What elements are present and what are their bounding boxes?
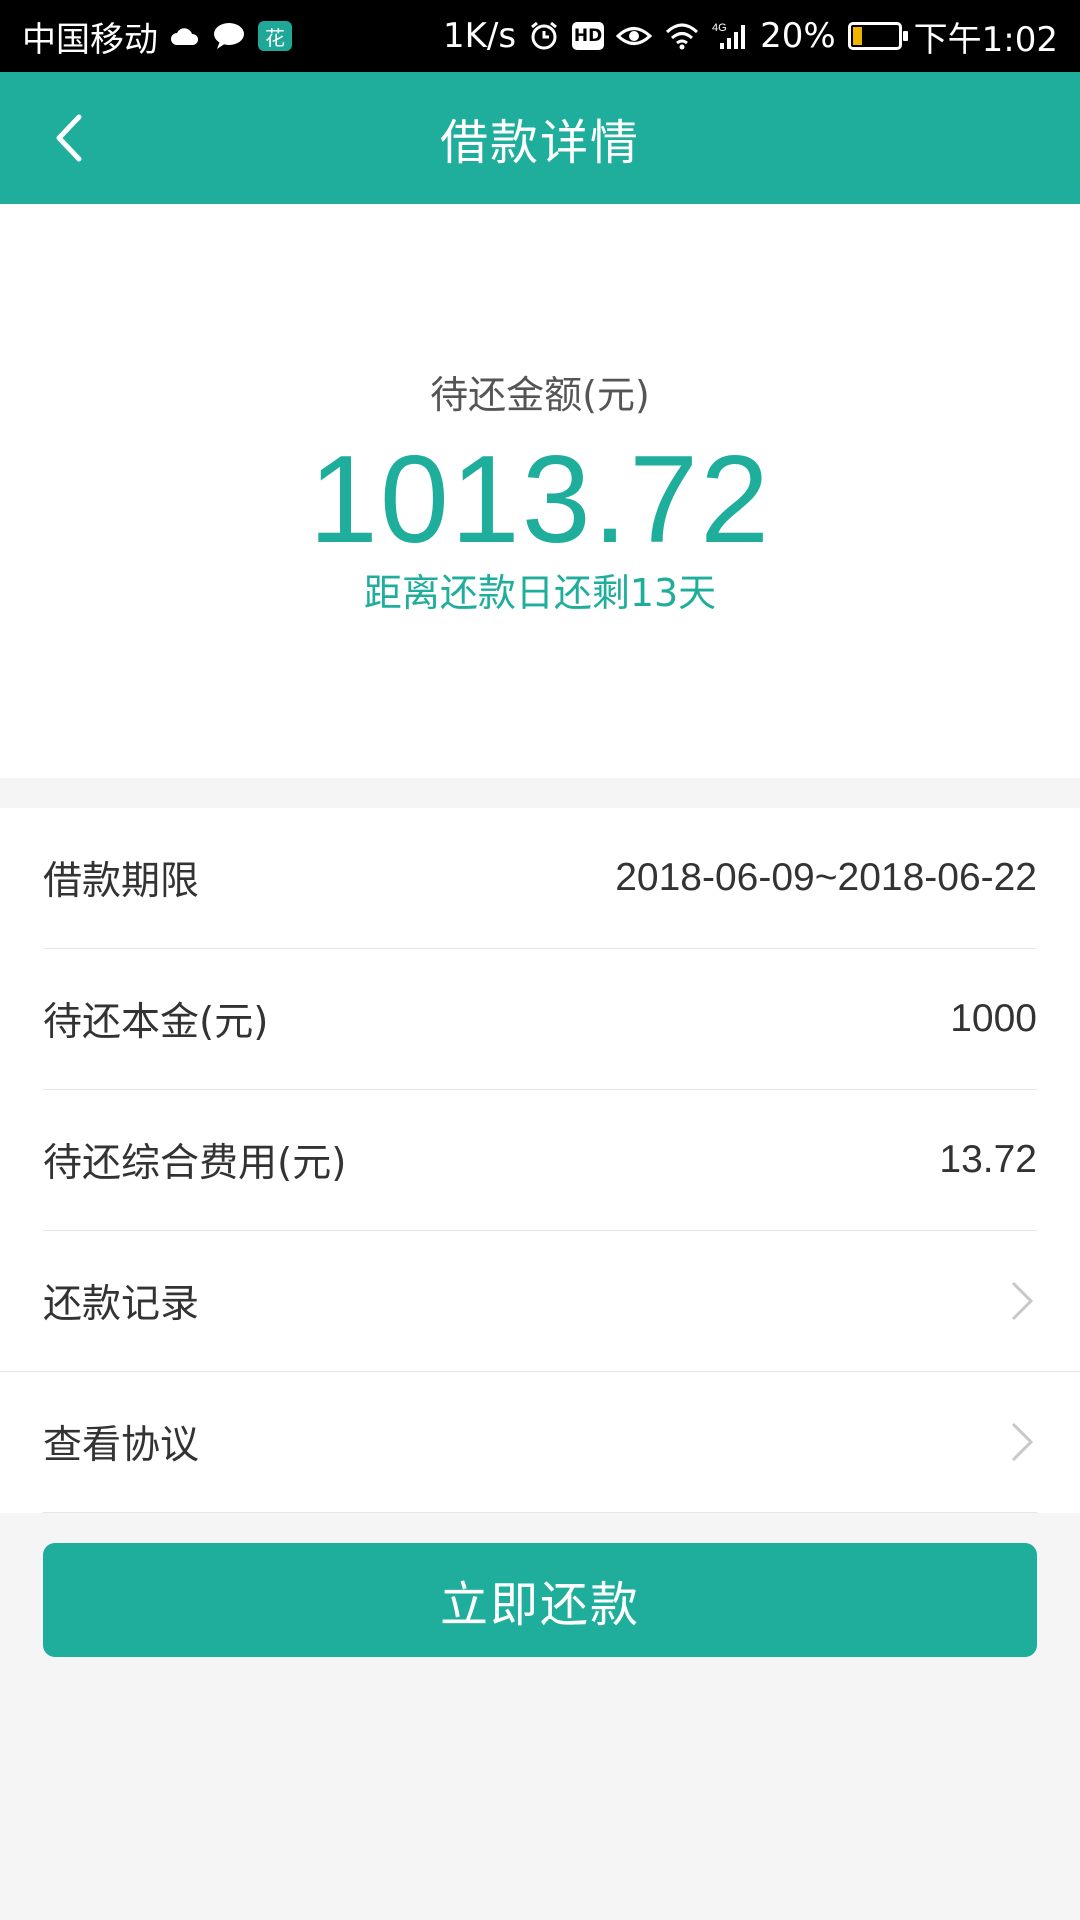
loan-term-value: 2018-06-09~2018-06-22: [615, 856, 1037, 899]
signal-icon: 4G: [712, 21, 748, 51]
hd-icon: HD: [572, 22, 605, 50]
amount-due-value: 1013.72: [308, 431, 772, 569]
loan-term-label: 借款期限: [43, 859, 200, 904]
battery-percent: 20%: [760, 16, 836, 56]
loan-detail-list: 借款期限 2018-06-09~2018-06-22 待还本金(元) 1000 …: [0, 808, 1080, 1513]
status-bar-left: 中国移动 花: [22, 12, 292, 61]
status-bar: 中国移动 花 1K/s HD 4G 20% 下午1:02: [0, 0, 1080, 72]
view-agreement-row[interactable]: 查看协议: [43, 1372, 1037, 1513]
status-bar-right: 1K/s HD 4G 20% 下午1:02: [443, 12, 1058, 61]
repayment-records-row[interactable]: 还款记录: [0, 1231, 1080, 1372]
loan-detail-screen: 中国移动 花 1K/s HD 4G 20% 下午1:02 借款详情 待还金额(元…: [0, 0, 1080, 1920]
view-agreement-label: 查看协议: [43, 1423, 200, 1468]
svg-text:4G: 4G: [712, 22, 727, 34]
loan-term-row: 借款期限 2018-06-09~2018-06-22: [43, 808, 1037, 949]
nav-bar: 借款详情: [0, 72, 1080, 204]
back-button[interactable]: [30, 100, 106, 176]
alarm-icon: [528, 20, 560, 52]
principal-value: 1000: [950, 997, 1037, 1040]
eye-icon: [616, 23, 653, 49]
wifi-icon: [664, 22, 700, 50]
principal-row: 待还本金(元) 1000: [43, 949, 1037, 1090]
fees-label: 待还综合费用(元): [43, 1141, 347, 1186]
cloud-icon: [170, 25, 200, 47]
carrier-name: 中国移动: [22, 19, 158, 60]
repayment-summary: 待还金额(元) 1013.72 距离还款日还剩13天: [0, 204, 1080, 778]
chevron-left-icon: [56, 114, 82, 162]
repayment-records-label: 还款记录: [43, 1282, 200, 1327]
chat-icon: [212, 21, 246, 51]
clock: 下午1:02: [913, 19, 1058, 60]
repay-now-button[interactable]: 立即还款: [43, 1543, 1037, 1657]
page-title: 借款详情: [439, 115, 640, 171]
principal-label: 待还本金(元): [43, 1000, 269, 1045]
chevron-right-icon: [1007, 1279, 1037, 1323]
fees-value: 13.72: [939, 1138, 1037, 1181]
amount-due-label: 待还金额(元): [430, 373, 650, 417]
fees-row: 待还综合费用(元) 13.72: [43, 1090, 1037, 1231]
app-badge-icon: 花: [258, 21, 292, 51]
chevron-right-icon: [1007, 1420, 1037, 1464]
network-speed: 1K/s: [442, 16, 517, 56]
due-countdown: 距离还款日还剩13天: [363, 571, 717, 615]
battery-icon: [847, 22, 908, 50]
